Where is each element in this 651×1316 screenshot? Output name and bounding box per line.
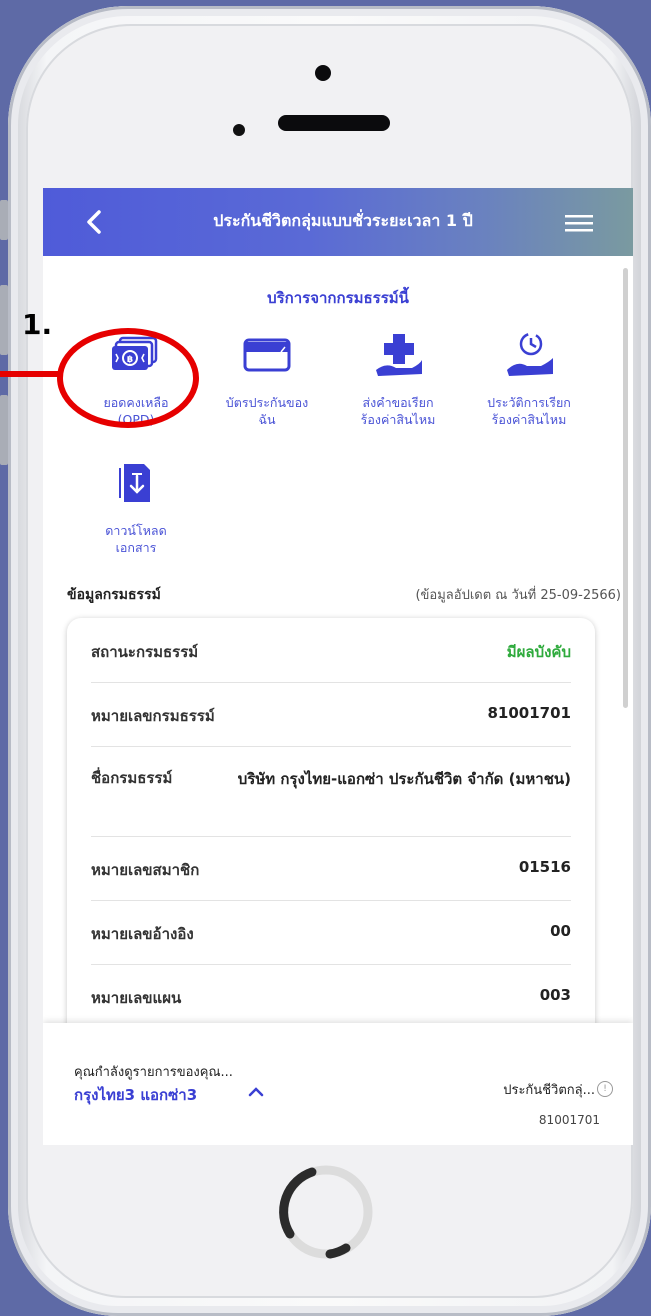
annotation-pointer-line bbox=[0, 371, 60, 377]
row-value: 003 bbox=[539, 986, 571, 1004]
policy-row-reference: หมายเลขอ้างอิง 00 bbox=[91, 900, 571, 965]
back-arrow-icon[interactable] bbox=[79, 206, 111, 238]
earpiece-speaker bbox=[278, 115, 390, 131]
row-label: หมายเลขสมาชิก bbox=[91, 861, 200, 879]
account-name[interactable]: กรุงไทย3 แอกซ่า3 bbox=[74, 1083, 197, 1107]
viewing-caption: คุณกำลังดูรายการของคุณ... bbox=[74, 1065, 233, 1080]
row-label: หมายเลขกรมธรรม์ bbox=[91, 707, 215, 725]
phone-volume-down bbox=[0, 395, 8, 465]
account-switcher-panel[interactable]: คุณกำลังดูรายการของคุณ... กรุงไทย3 แอกซ่… bbox=[43, 1023, 633, 1145]
proximity-sensor bbox=[233, 124, 245, 136]
service-label: ดาวน์โหลด เอกสาร bbox=[105, 523, 167, 555]
download-document-icon bbox=[119, 464, 150, 502]
policy-row-status: สถานะกรมธรรม์ มีผลบังคับ bbox=[91, 618, 571, 683]
policy-row-name: ชื่อกรมธรรม์ บริษัท กรุงไทย-แอกซ่า ประกั… bbox=[91, 746, 571, 837]
service-submit-claim[interactable]: ส่งคำขอเรียก ร้องค่าสินไหม bbox=[333, 330, 463, 428]
service-label: ส่งคำขอเรียก ร้องค่าสินไหม bbox=[360, 395, 436, 427]
scrollbar[interactable] bbox=[623, 268, 628, 708]
info-icon[interactable]: ! bbox=[597, 1081, 613, 1097]
phone-volume-up bbox=[0, 285, 8, 355]
service-label: บัตรประกันของ ฉัน bbox=[225, 395, 309, 427]
service-download-documents[interactable]: ดาวน์โหลด เอกสาร bbox=[71, 458, 201, 556]
row-value: 01516 bbox=[518, 858, 571, 876]
row-label: ชื่อกรมธรรม์ bbox=[91, 769, 173, 787]
loading-spinner-icon bbox=[279, 1165, 373, 1259]
row-label: หมายเลขแผน bbox=[91, 989, 182, 1007]
card-icon bbox=[243, 338, 291, 372]
row-label: หมายเลขอ้างอิง bbox=[91, 925, 194, 943]
hamburger-menu-icon[interactable] bbox=[565, 213, 593, 233]
front-camera bbox=[315, 65, 331, 81]
service-claim-history[interactable]: ประวัติการเรียก ร้องค่าสินไหม bbox=[464, 330, 594, 428]
services-section-title: บริการจากกรมธรรม์นี้ bbox=[267, 289, 409, 307]
annotation-number: 1. bbox=[22, 308, 53, 341]
row-value: บริษัท กรุงไทย-แอกซ่า ประกันชีวิต จำกัด … bbox=[237, 770, 571, 788]
policy-info-updated: (ข้อมูลอัปเดต ณ วันที่ 25-09-2566) bbox=[415, 588, 621, 603]
service-my-card[interactable]: บัตรประกันของ ฉัน bbox=[202, 330, 332, 428]
annotation-circle bbox=[57, 328, 199, 428]
row-value: 00 bbox=[550, 922, 571, 940]
row-label: สถานะกรมธรรม์ bbox=[91, 643, 199, 661]
policy-info-heading: ข้อมูลกรมธรรม์ bbox=[67, 587, 161, 603]
policy-row-member: หมายเลขสมาชิก 01516 bbox=[91, 836, 571, 901]
app-header: ประกันชีวิตกลุ่มแบบชั่วระยะเวลา 1 ปี bbox=[43, 188, 633, 256]
selected-policy-name[interactable]: ประกันชีวิตกลุ่... bbox=[503, 1079, 595, 1100]
page-title: ประกันชีวิตกลุ่มแบบชั่วระยะเวลา 1 ปี bbox=[213, 211, 473, 230]
phone-mute-switch bbox=[0, 200, 8, 240]
medical-claim-icon bbox=[376, 334, 422, 376]
row-value: 81001701 bbox=[487, 704, 572, 722]
claim-history-icon bbox=[507, 332, 553, 376]
selected-policy-number: 81001701 bbox=[538, 1113, 600, 1127]
status-value: มีผลบังคับ bbox=[506, 643, 571, 661]
chevron-up-icon[interactable] bbox=[247, 1083, 265, 1101]
policy-row-plan: หมายเลขแผน 003 bbox=[91, 964, 571, 1028]
policy-row-number: หมายเลขกรมธรรม์ 81001701 bbox=[91, 682, 571, 747]
service-label: ประวัติการเรียก ร้องค่าสินไหม bbox=[487, 395, 571, 427]
